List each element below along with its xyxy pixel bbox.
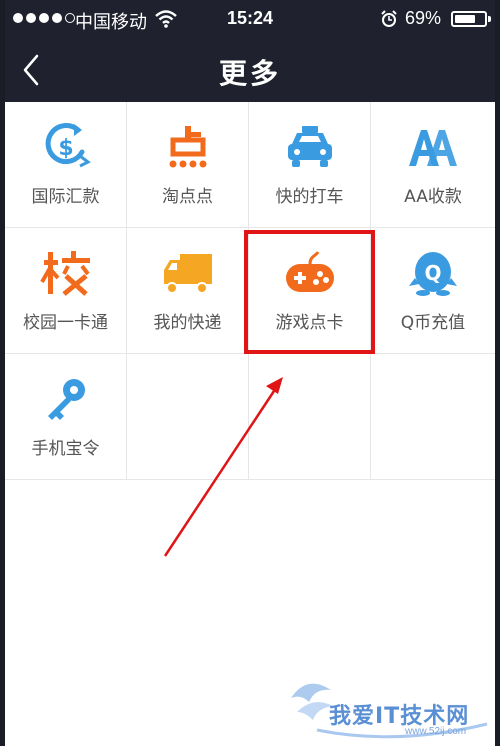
phone-screen: 中国移动 15:24 69% 更多 $ 国际汇款 淘点点 快的打车 AA收款 校…	[5, 0, 495, 746]
battery-icon	[451, 11, 491, 27]
grid-item-label: AA收款	[404, 187, 462, 207]
svg-text:$: $	[58, 136, 73, 161]
grid-empty-cell	[127, 354, 249, 480]
grid-item-mobile-token[interactable]: 手机宝令	[5, 354, 127, 480]
grid-item-international-remittance[interactable]: $ 国际汇款	[5, 102, 127, 228]
grid-item-aa-payment[interactable]: AA收款	[371, 102, 495, 228]
highlight-box	[244, 230, 375, 354]
grid-item-label: Q币充值	[400, 313, 466, 333]
grid-item-q-coin-recharge[interactable]: Q Q币充值	[371, 228, 495, 354]
grid-item-campus-card[interactable]: 校园一卡通	[5, 228, 127, 354]
campus-card-icon	[5, 246, 126, 300]
site-watermark: 我爱IT技术网 www.52ij.com	[287, 668, 495, 746]
currency-exchange-icon: $	[5, 120, 126, 174]
battery-percent: 69%	[405, 8, 442, 28]
delivery-truck-icon	[127, 246, 248, 300]
status-bar: 中国移动 15:24 69%	[5, 0, 495, 38]
grid-item-taodiandian[interactable]: 淘点点	[127, 102, 249, 228]
aa-icon	[371, 120, 495, 174]
key-icon	[5, 372, 126, 426]
svg-text:Q: Q	[424, 261, 441, 285]
grid-item-label: 国际汇款	[31, 187, 100, 207]
grid-item-label: 我的快递	[153, 313, 222, 333]
taxi-icon	[249, 120, 370, 174]
grid-empty-cell	[371, 354, 495, 480]
grid-item-label: 手机宝令	[31, 439, 100, 459]
grid-item-label: 校园一卡通	[23, 313, 108, 333]
navigation-bar: 更多	[5, 38, 495, 102]
alarm-icon	[381, 10, 397, 33]
taodiandian-icon	[127, 120, 248, 174]
grid-item-kuaidi-taxi[interactable]: 快的打车	[249, 102, 371, 228]
grid-item-my-delivery[interactable]: 我的快递	[127, 228, 249, 354]
grid-empty-cell	[249, 354, 371, 480]
watermark-site: www.52ij.com	[405, 726, 467, 737]
grid-item-label: 淘点点	[162, 187, 213, 207]
page-title: 更多	[218, 57, 281, 90]
qq-penguin-icon: Q	[371, 246, 495, 300]
grid-item-label: 快的打车	[275, 187, 344, 207]
